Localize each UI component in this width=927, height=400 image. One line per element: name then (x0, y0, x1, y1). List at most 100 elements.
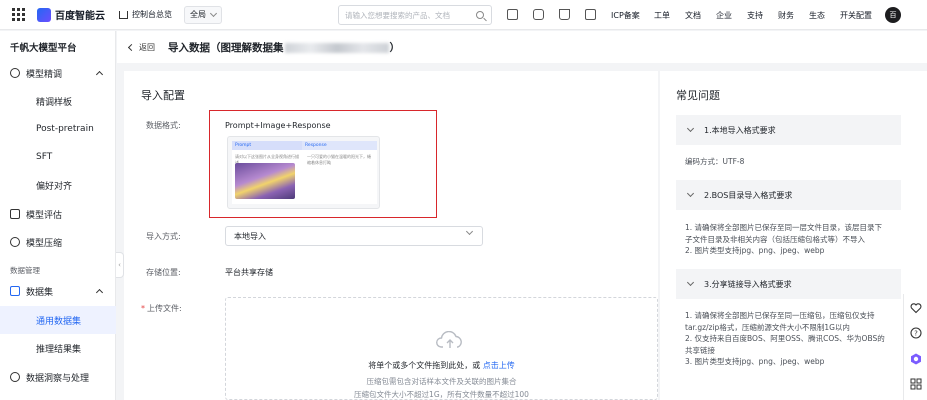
nav-support[interactable]: 支持 (747, 0, 763, 30)
faq-line: tar.gz/zip格式，压缩前源文件大小不限制1G以内 (685, 322, 850, 332)
logo[interactable]: 百度智能云 (37, 7, 105, 22)
search-icon[interactable] (476, 11, 484, 19)
sidebar-item-sft[interactable]: SFT (0, 143, 116, 171)
chevron-down-icon (686, 278, 695, 287)
sidebar-item-label: 通用数据集 (36, 316, 82, 327)
upload-hint-2: 压缩包文件大小不超过1G，所有文件数量不超过100 (354, 390, 529, 399)
console-link-label: 控制台总览 (132, 10, 172, 19)
search-input[interactable]: 请输入您想要搜索的产品、文档 (338, 5, 492, 25)
sidebar-group-data-management: 数据管理 (10, 266, 40, 275)
faq-item-local-import[interactable]: 1.本地导入格式要求 (676, 115, 901, 145)
page-title-suffix: ） (389, 41, 401, 54)
nav-ecosystem-label: 生态 (809, 10, 825, 20)
nav-ecosystem[interactable]: 生态 (809, 0, 825, 30)
sidebar-item-tune-samples[interactable]: 精调样板 (0, 87, 116, 115)
sidebar-item-dataset[interactable]: 数据集 (0, 277, 116, 305)
faq-item-title: 3.分享链接导入格式要求 (704, 279, 792, 289)
nav-icp[interactable]: ICP备案 (611, 0, 640, 30)
faq-item-title: 1.本地导入格式要求 (704, 125, 776, 135)
assistant-icon[interactable] (910, 353, 922, 365)
upload-label-text: 上传文件: (147, 304, 182, 313)
sidebar-item-label: 模型评估 (26, 210, 63, 221)
sidebar-item-label: 推理结果集 (36, 344, 82, 355)
sidebar-item-model-compress[interactable]: 模型压缩 (0, 228, 116, 256)
sidebar-item-label: Post-pretrain (36, 124, 94, 134)
page-title-prefix: 导入数据（图理解数据集 (168, 41, 284, 54)
import-method-select[interactable]: 本地导入 (225, 226, 483, 246)
preview-header: Prompt Response (232, 141, 377, 150)
calculator-icon[interactable] (507, 9, 518, 20)
console-overview-link[interactable]: 控制台总览 (119, 9, 172, 20)
import-method-label: 导入方式: (146, 232, 181, 241)
sidebar-item-data-insight[interactable]: 数据洞察与处理 (0, 363, 116, 391)
chevron-up-icon (95, 288, 104, 297)
required-mark: * (141, 304, 145, 313)
faq-panel: 常见问题 1.本地导入格式要求 编码方式：UTF-8 2.BOS目录导入格式要求… (660, 71, 927, 400)
chevron-left-icon (127, 43, 136, 51)
nav-docs-label: 文档 (685, 10, 701, 20)
upload-label: * 上传文件: (141, 303, 182, 314)
sidebar-collapse-handle[interactable]: ‹ (116, 252, 124, 278)
preview-response-text: 一只可爱的小猫在温暖的阳光下，蜷缩着休息打盹 (307, 154, 371, 165)
upload-dropzone[interactable]: 将单个或多个文件拖到此处，或 点击上传 压缩包需包含对话样本文件及关联的图片集合… (225, 297, 658, 400)
redacted-dataset-name (284, 42, 389, 53)
avatar-initial: 百 (889, 11, 897, 19)
upload-instruction: 将单个或多个文件拖到此处，或 点击上传 (226, 360, 657, 371)
apps-icon[interactable] (910, 378, 922, 390)
nav-finance[interactable]: 财务 (778, 0, 794, 30)
dataset-icon (10, 286, 20, 296)
sidebar-item-label: 模型精调 (26, 69, 63, 80)
apps-grid-icon[interactable] (9, 6, 27, 24)
faq-item-share-link[interactable]: 3.分享链接导入格式要求 (676, 269, 901, 299)
sidebar-item-inference-results[interactable]: 推理结果集 (0, 334, 116, 362)
faq-line: 共享链接 (685, 345, 715, 355)
model-compress-icon (10, 237, 20, 247)
nav-ticket[interactable]: 工单 (654, 0, 670, 30)
faq-line: 编码方式：UTF-8 (685, 157, 745, 166)
format-label: 数据格式: (146, 121, 181, 130)
import-config-card: 导入配置 数据格式: Prompt+Image+Response Prompt … (124, 71, 658, 400)
faq-line: 2. 图片类型支持jpg、png、jpeg、webp (685, 246, 825, 255)
faq-item-title: 2.BOS目录导入格式要求 (704, 190, 793, 200)
preview-col-prompt: Prompt (232, 141, 302, 150)
nav-enterprise-label: 企业 (716, 10, 732, 20)
preview-row: 请对以下这张图片从全身视角进行描述 一只可爱的小猫在温暖的阳光下，蜷缩着休息打盹 (232, 150, 377, 204)
avatar[interactable]: 百 (885, 7, 901, 23)
svg-text:?: ? (914, 330, 918, 338)
nav-icp-label: ICP备案 (611, 10, 640, 20)
chevron-down-icon (209, 9, 218, 17)
faq-item-bos-import[interactable]: 2.BOS目录导入格式要求 (676, 180, 901, 210)
faq-body-local: 编码方式：UTF-8 (685, 156, 897, 168)
sidebar-item-label: 数据洞察与处理 (26, 373, 90, 384)
search-placeholder: 请输入您想要搜索的产品、文档 (345, 10, 450, 20)
sidebar-item-preference-align[interactable]: 偏好对齐 (0, 171, 116, 199)
nav-enterprise[interactable]: 企业 (716, 0, 732, 30)
baidu-cloud-logo-icon (37, 7, 51, 22)
sidebar-item-model-tune[interactable]: 模型精调 (0, 59, 116, 87)
nav-support-label: 支持 (747, 10, 763, 20)
nav-docs[interactable]: 文档 (685, 0, 701, 30)
nav-switch-config-label: 开关配置 (840, 10, 872, 20)
region-select[interactable]: 全局 (184, 5, 222, 24)
model-tune-icon (10, 68, 20, 78)
faq-line: 1. 请确保将全部图片已保存至同一层文件目录，该层目录下 (685, 223, 883, 232)
floating-toolbar: ? (903, 294, 927, 400)
upload-hint-1: 压缩包需包含对话样本文件及关联的图片集合 (366, 377, 517, 386)
cart-icon[interactable] (559, 9, 570, 20)
document-icon[interactable] (585, 9, 596, 20)
chevron-down-icon (465, 227, 474, 236)
heart-icon[interactable] (910, 302, 922, 314)
sidebar-item-label: 精调样板 (36, 97, 73, 108)
sidebar-item-general-dataset[interactable]: 通用数据集 (0, 306, 116, 334)
message-icon[interactable] (533, 9, 544, 20)
back-button[interactable]: 返回 (127, 42, 155, 53)
faq-title: 常见问题 (676, 89, 720, 102)
sidebar-item-model-eval[interactable]: 模型评估 (0, 200, 116, 228)
nav-switch-config[interactable]: 开关配置 (840, 0, 872, 30)
nav-finance-label: 财务 (778, 10, 794, 20)
click-upload-link[interactable]: 点击上传 (483, 361, 515, 370)
sidebar-item-post-pretrain[interactable]: Post-pretrain (0, 115, 116, 143)
help-icon[interactable]: ? (910, 327, 922, 339)
sidebar-item-label: SFT (36, 152, 53, 162)
home-icon (119, 10, 128, 19)
